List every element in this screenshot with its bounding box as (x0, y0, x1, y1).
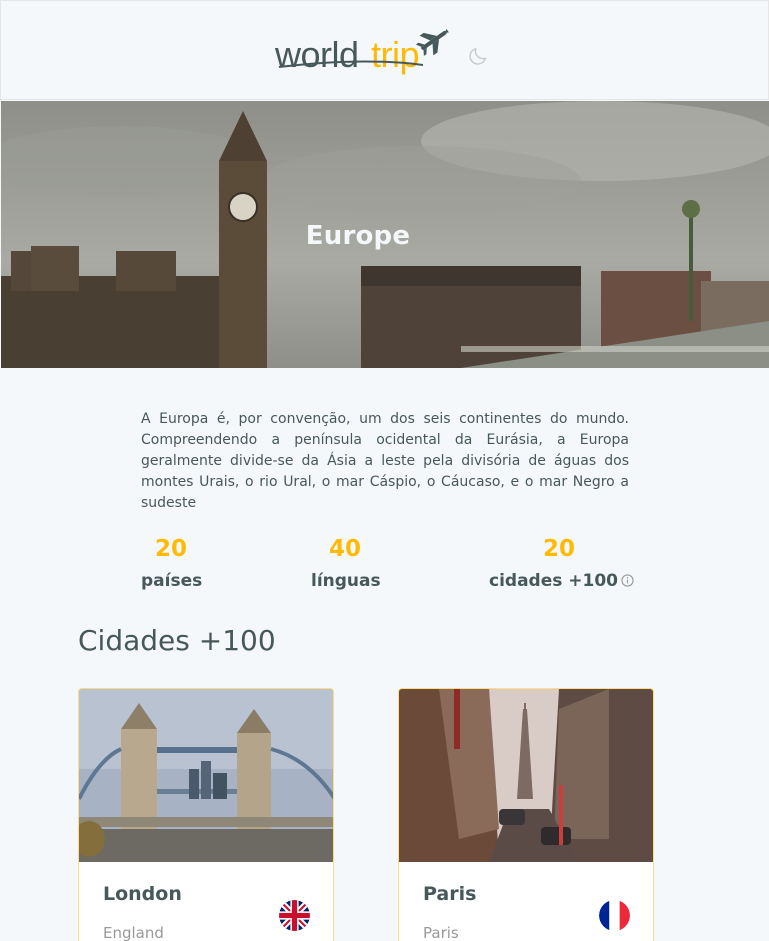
city-name: Paris (423, 883, 477, 905)
city-card-paris[interactable]: Paris Paris (398, 688, 654, 941)
stat-countries-value: 20 (154, 536, 187, 562)
stat-cities-label: cidades +100 (489, 571, 619, 591)
city-country: Paris (423, 924, 459, 941)
stat-cities-label-wrap: cidades +100 (489, 564, 634, 598)
stat-languages-label: línguas (311, 571, 381, 591)
stat-cities-value: 20 (542, 536, 575, 562)
france-flag-icon (599, 900, 630, 931)
svg-text:trip: trip (371, 34, 419, 75)
city-country: England (103, 924, 164, 941)
city-name: London (103, 883, 182, 905)
stat-countries: 20 países (141, 534, 203, 598)
airplane-icon (415, 29, 449, 56)
info-icon[interactable] (621, 574, 634, 587)
stat-languages: 40 línguas (311, 534, 381, 598)
continent-description: A Europa é, por convenção, um dos seis c… (141, 411, 629, 511)
stat-cities: 20 cidades +100 (489, 534, 634, 598)
worldtrip-logo[interactable]: world trip (273, 27, 463, 83)
continent-banner: Europe (1, 101, 769, 368)
header: world trip (0, 0, 769, 100)
uk-flag-icon (279, 900, 310, 931)
stat-languages-value: 40 (328, 536, 361, 562)
banner-title: Europe (305, 221, 411, 251)
stat-countries-label: países (141, 571, 203, 591)
city-card-london[interactable]: London England (78, 688, 334, 941)
svg-text:world: world (274, 34, 359, 75)
london-image (79, 689, 333, 862)
cities-section-title: Cidades +100 (78, 624, 276, 657)
moon-icon[interactable] (467, 45, 489, 67)
paris-image (399, 689, 653, 862)
